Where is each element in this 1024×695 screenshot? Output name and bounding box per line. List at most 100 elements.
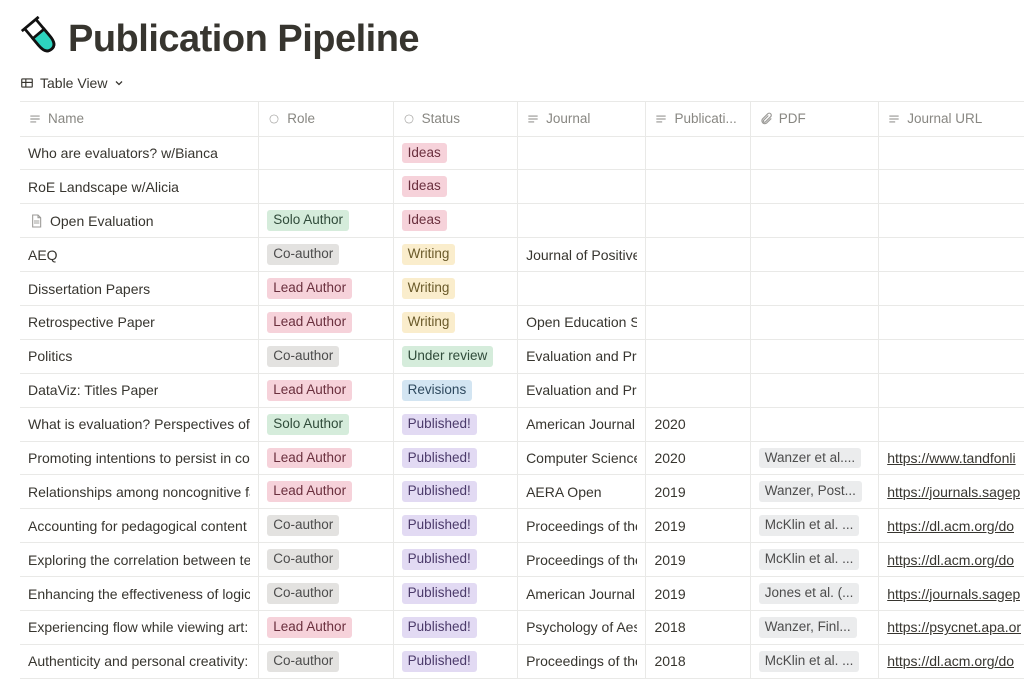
journal-text: Computer Science (526, 450, 637, 466)
role-tag: Solo Author (267, 210, 349, 231)
status-tag: Revisions (402, 380, 473, 401)
pdf-attachment[interactable]: Wanzer et al.... (759, 448, 861, 469)
row-name: Who are evaluators? w/Bianca (28, 145, 218, 161)
role-tag: Lead Author (267, 278, 352, 299)
journal-text: Evaluation and Pro (526, 382, 637, 398)
role-tag: Co-author (267, 549, 339, 570)
column-header-publication[interactable]: Publicati... (646, 102, 750, 136)
column-header-journal[interactable]: Journal (518, 102, 646, 136)
pdf-attachment[interactable]: Wanzer, Finl... (759, 617, 857, 638)
role-tag: Co-author (267, 346, 339, 367)
text-lines-icon (654, 112, 668, 126)
table-row[interactable]: RoE Landscape w/AliciaIdeas (20, 170, 1024, 204)
pdf-attachment[interactable]: Jones et al. (... (759, 583, 860, 604)
table-row[interactable]: Enhancing the effectiveness of logic Co-… (20, 577, 1024, 611)
row-name: Accounting for pedagogical content (28, 518, 247, 534)
journal-url-link[interactable]: https://www.tandfonli (887, 450, 1015, 466)
view-label: Table View (40, 75, 107, 91)
row-name: Retrospective Paper (28, 314, 155, 330)
role-tag: Solo Author (267, 414, 349, 435)
column-header-role[interactable]: Role (259, 102, 393, 136)
text-lines-icon (526, 112, 540, 126)
status-tag: Published! (402, 481, 477, 502)
view-selector[interactable]: Table View (0, 71, 145, 101)
table-row[interactable]: Retrospective PaperLead AuthorWritingOpe… (20, 305, 1024, 339)
journal-url-link[interactable]: https://journals.sagep (887, 586, 1020, 602)
journal-url-link[interactable]: https://psycnet.apa.or (887, 619, 1021, 635)
journal-text: Proceedings of the (526, 518, 637, 534)
table-row[interactable]: Open EvaluationSolo AuthorIdeas (20, 204, 1024, 238)
column-header-name[interactable]: Name (20, 102, 259, 136)
row-name: Relationships among noncognitive fa (28, 484, 250, 500)
row-name: Promoting intentions to persist in co (28, 450, 250, 466)
journal-url-link[interactable]: https://journals.sagep (887, 484, 1020, 500)
status-tag: Published! (402, 414, 477, 435)
journal-url-link[interactable]: https://dl.acm.org/do (887, 552, 1014, 568)
status-tag: Published! (402, 515, 477, 536)
table-row[interactable]: Dissertation Papers Lead Author Writing (20, 272, 1024, 306)
text-icon (28, 112, 42, 126)
row-name: Enhancing the effectiveness of logic (28, 586, 250, 602)
publication-year: 2019 (654, 552, 685, 568)
page-icon (28, 213, 44, 229)
row-name: DataViz: Titles Paper (28, 382, 158, 398)
status-tag: Published! (402, 448, 477, 469)
table-row[interactable]: Accounting for pedagogical content Co-au… (20, 509, 1024, 543)
publication-year: 2019 (654, 484, 685, 500)
role-tag: Co-author (267, 515, 339, 536)
publication-year: 2019 (654, 586, 685, 602)
row-name: Exploring the correlation between te (28, 552, 250, 568)
table-row[interactable]: Exploring the correlation between te Co-a… (20, 543, 1024, 577)
table-row[interactable]: AEQCo-authorWritingJournal of Positive (20, 238, 1024, 272)
table-row[interactable]: Who are evaluators? w/BiancaIdeas (20, 136, 1024, 170)
journal-text: Proceedings of the (526, 653, 637, 669)
pdf-attachment[interactable]: McKlin et al. ... (759, 651, 860, 672)
publication-year: 2020 (654, 450, 685, 466)
table: Name Role Status (20, 101, 1024, 679)
role-tag: Lead Author (267, 380, 352, 401)
row-name: RoE Landscape w/Alicia (28, 179, 179, 195)
pdf-attachment[interactable]: McKlin et al. ... (759, 515, 860, 536)
publication-year: 2020 (654, 416, 685, 432)
row-name: Politics (28, 348, 72, 364)
status-tag: Published! (402, 583, 477, 604)
table-row[interactable]: DataViz: Titles Paper Lead Author Revision… (20, 373, 1024, 407)
journal-text: Journal of Positive (526, 247, 637, 263)
table-row[interactable]: Politics Co-author Under review Evaluation … (20, 339, 1024, 373)
role-tag: Co-author (267, 651, 339, 672)
status-tag: Published! (402, 651, 477, 672)
journal-text: Open Education Stu (526, 314, 637, 330)
column-header-url[interactable]: Journal URL (879, 102, 1024, 136)
publication-year: 2018 (654, 653, 685, 669)
status-tag: Under review (402, 346, 494, 367)
pdf-attachment[interactable]: Wanzer, Post... (759, 481, 862, 502)
journal-text: American Journal o (526, 586, 637, 602)
journal-text: Psychology of Aest (526, 619, 637, 635)
journal-text: Proceedings of the (526, 552, 637, 568)
text-lines-icon (887, 112, 901, 126)
role-tag: Lead Author (267, 481, 352, 502)
journal-text: American Journal o (526, 416, 637, 432)
role-tag: Lead Author (267, 448, 352, 469)
status-tag: Writing (402, 278, 456, 299)
table-row[interactable]: Authenticity and personal creativity: Co… (20, 644, 1024, 678)
journal-text: Evaluation and Pro (526, 348, 637, 364)
status-tag: Writing (402, 312, 456, 333)
journal-url-link[interactable]: https://dl.acm.org/do (887, 518, 1014, 534)
row-name: Experiencing flow while viewing art: (28, 619, 248, 635)
table-row[interactable]: Relationships among noncognitive fa Lead … (20, 475, 1024, 509)
row-name: Authenticity and personal creativity: (28, 653, 248, 669)
row-name: Dissertation Papers (28, 281, 150, 297)
table-row[interactable]: Promoting intentions to persist in co Lea… (20, 441, 1024, 475)
select-icon (402, 112, 416, 126)
chevron-down-icon (113, 77, 125, 89)
status-tag: Published! (402, 617, 477, 638)
journal-url-link[interactable]: https://dl.acm.org/do (887, 653, 1014, 669)
table-row[interactable]: What is evaluation? Perspectives of h Sol… (20, 407, 1024, 441)
row-name: What is evaluation? Perspectives of h (28, 416, 250, 432)
column-header-pdf[interactable]: PDF (750, 102, 878, 136)
pdf-attachment[interactable]: McKlin et al. ... (759, 549, 860, 570)
column-header-status[interactable]: Status (393, 102, 517, 136)
table-row[interactable]: Experiencing flow while viewing art: Lea… (20, 610, 1024, 644)
status-tag: Published! (402, 549, 477, 570)
